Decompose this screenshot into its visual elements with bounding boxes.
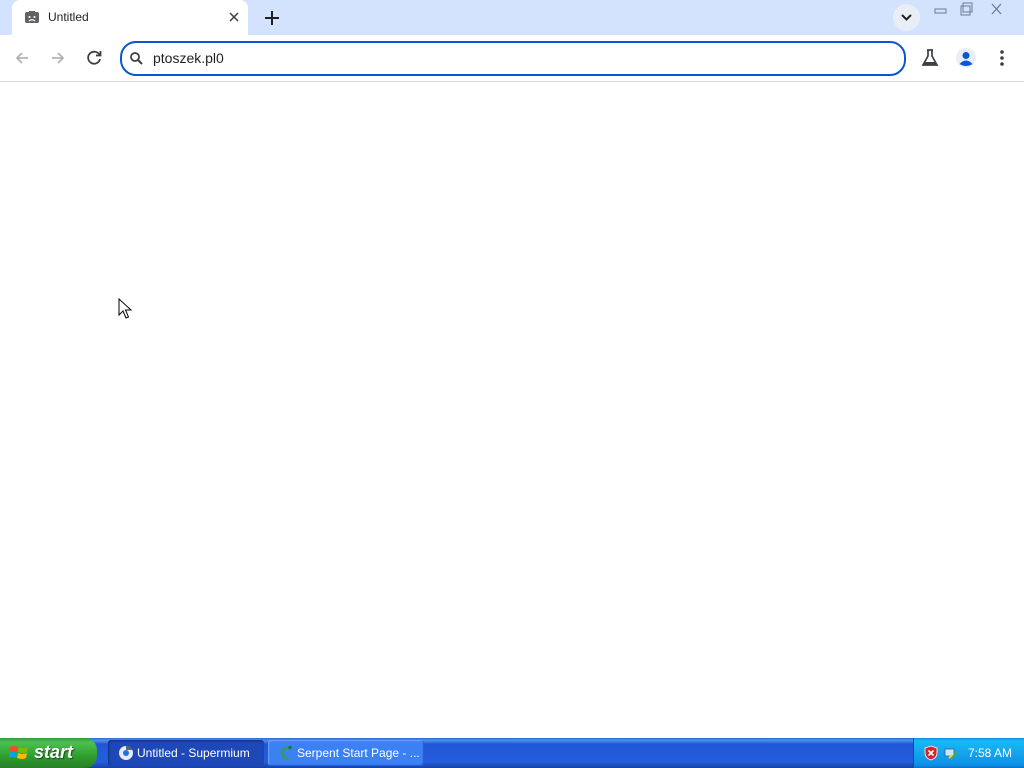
tab-untitled[interactable]: Untitled [12, 0, 248, 35]
profile-avatar-icon[interactable] [954, 46, 978, 70]
clock: 7:58 AM [968, 746, 1013, 760]
serpent-browser-icon [280, 745, 292, 761]
taskbar-button-label: Serpent Start Page - ... [297, 746, 420, 760]
tab-search-button[interactable] [893, 4, 920, 31]
tab-title: Untitled [48, 10, 89, 24]
system-tray: 7:58 AM [913, 738, 1024, 768]
back-button[interactable] [10, 46, 34, 70]
chevron-down-icon [901, 14, 912, 21]
forward-button[interactable] [46, 46, 70, 70]
search-icon [130, 52, 143, 65]
network-status-icon[interactable] [943, 745, 959, 761]
close-tab-icon[interactable] [226, 9, 242, 25]
supermium-browser-icon [119, 745, 133, 760]
labs-flask-icon[interactable] [918, 46, 942, 70]
mouse-pointer-icon [118, 298, 132, 319]
security-shield-icon[interactable] [923, 745, 939, 761]
sad-tab-icon [25, 11, 39, 23]
new-tab-button[interactable] [262, 8, 282, 28]
page-content [0, 82, 1024, 738]
menu-kebab-icon[interactable] [990, 46, 1014, 70]
taskbar-button-label: Untitled - Supermium [137, 746, 250, 760]
restore-window-button[interactable] [952, 1, 977, 17]
address-input[interactable] [153, 49, 853, 67]
taskbar: start Untitled - Supermium Serpent Start… [0, 738, 1024, 768]
taskbar-button-serpent[interactable]: Serpent Start Page - ... [268, 740, 424, 766]
tab-strip: Untitled [0, 0, 1024, 35]
minimize-window-button[interactable] [927, 1, 952, 17]
start-button[interactable]: start [0, 738, 97, 768]
taskbar-button-supermium[interactable]: Untitled - Supermium [108, 740, 264, 766]
reload-button[interactable] [82, 46, 106, 70]
browser-toolbar [0, 35, 1024, 82]
close-window-button[interactable] [984, 1, 1009, 17]
start-label: start [34, 742, 74, 762]
windows-flag-icon [9, 746, 28, 759]
address-bar[interactable] [120, 41, 906, 76]
